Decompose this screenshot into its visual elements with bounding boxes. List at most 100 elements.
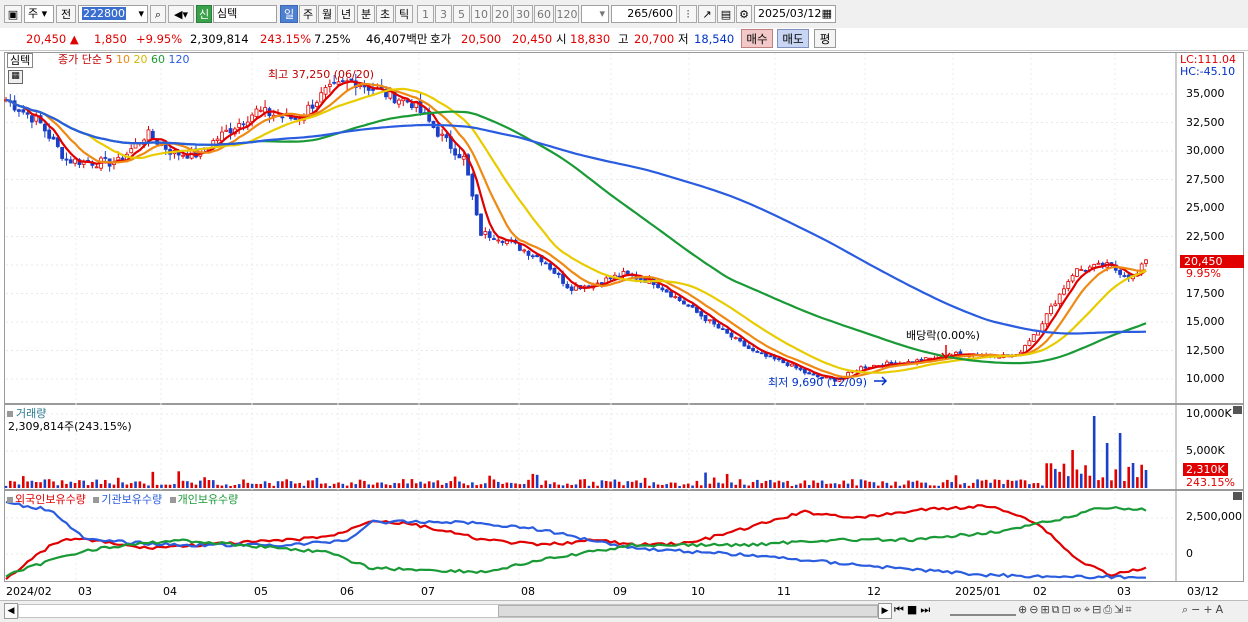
volume-bar xyxy=(527,479,530,488)
volume-bar xyxy=(285,479,288,488)
x-axis-label: 04 xyxy=(163,585,177,598)
volume-bar xyxy=(851,479,854,488)
individual-legend-marker xyxy=(169,497,176,503)
playback-controls[interactable]: ⏮■⏭ xyxy=(894,603,933,617)
stop-icon[interactable]: ■ xyxy=(907,603,920,616)
text-icon[interactable]: ⊡ xyxy=(1062,603,1073,616)
stock-legend-label[interactable]: 심텍 xyxy=(7,53,34,68)
hc-label: HC:-45.10 xyxy=(1180,65,1236,78)
volume-bar xyxy=(78,480,81,488)
volume-bar xyxy=(522,484,526,488)
link-icon[interactable]: ∞ xyxy=(1073,603,1084,616)
candle-body xyxy=(30,115,34,123)
volume-bar xyxy=(229,485,232,488)
volume-bar xyxy=(9,480,12,488)
volume-bar xyxy=(669,482,673,488)
volume-bar xyxy=(82,480,86,488)
low-annotation: 최저 9,690 (12/09) xyxy=(768,376,868,389)
scroll-left-arrow[interactable]: ◀ xyxy=(4,603,18,619)
ma5-legend: 5 xyxy=(105,53,113,66)
volume-bar xyxy=(1019,479,1023,488)
candle-body xyxy=(150,130,155,140)
grid-table-icon[interactable]: ▦ xyxy=(8,70,23,84)
volume-bar xyxy=(104,479,107,488)
volume-bar xyxy=(600,480,604,488)
candle-body xyxy=(565,283,570,289)
setup-icon[interactable]: ⌗ xyxy=(1125,603,1133,616)
font-size-icon[interactable]: A xyxy=(1216,603,1227,616)
volume-bar xyxy=(790,485,794,488)
grid-icon[interactable]: ⊟ xyxy=(1092,603,1103,616)
zoom-search-icon[interactable]: ⌕ xyxy=(1182,603,1191,616)
volume-bar xyxy=(721,483,725,488)
candle-body xyxy=(725,328,730,334)
last-price-pct: 9.95% xyxy=(1186,267,1221,280)
volume-bar xyxy=(401,479,405,488)
candle-body xyxy=(1075,268,1079,277)
holdings-close-icon[interactable] xyxy=(1233,492,1242,500)
zoom-out-icon[interactable]: − xyxy=(1191,603,1203,616)
volume-bar xyxy=(725,473,729,488)
candle-body xyxy=(457,153,462,159)
last-icon[interactable]: ⏭ xyxy=(920,603,933,616)
volume-bar xyxy=(233,484,237,488)
volume-bar xyxy=(773,482,776,488)
volume-bar xyxy=(1114,469,1118,488)
ma60-legend: 60 xyxy=(150,53,165,66)
volume-bar xyxy=(129,483,133,488)
volume-bar xyxy=(1075,469,1079,488)
ruler-icon[interactable]: ⊞ xyxy=(1040,603,1051,616)
crosshair-icon[interactable]: ⊕ xyxy=(1018,603,1029,616)
volume-bar xyxy=(907,480,910,488)
candle-body xyxy=(492,238,496,240)
candle-body xyxy=(483,231,488,235)
candle-body xyxy=(129,148,134,154)
volume-bar xyxy=(967,485,971,488)
volume-bar xyxy=(376,482,379,488)
x-axis-label: 02 xyxy=(1033,585,1047,598)
first-icon[interactable]: ⏮ xyxy=(894,603,907,616)
volume-bar xyxy=(941,482,945,488)
volume-bar xyxy=(604,480,608,488)
volume-bar xyxy=(596,485,599,488)
candle-body xyxy=(94,166,99,169)
volume-close-icon[interactable] xyxy=(1233,406,1242,414)
volume-bar xyxy=(665,484,668,488)
candle-body xyxy=(1027,340,1032,346)
volume-bar xyxy=(661,484,664,488)
candle-body xyxy=(755,350,760,353)
copy-icon[interactable]: ⧉ xyxy=(1052,603,1062,616)
export-icon[interactable]: ⇲ xyxy=(1114,603,1125,616)
ma-legend[interactable]: 종가 단순 5 10 20 60 120 xyxy=(58,53,189,67)
volume-bar xyxy=(134,481,137,488)
volume-bar xyxy=(216,484,219,488)
scroll-thumb[interactable] xyxy=(498,605,878,617)
candle-body xyxy=(461,156,466,160)
candle-body xyxy=(435,126,440,137)
candle-body xyxy=(742,340,747,347)
candle-body xyxy=(315,102,319,107)
candle-body xyxy=(574,285,578,291)
volume-bar xyxy=(1010,480,1014,488)
print-icon[interactable]: ⎙ xyxy=(1103,603,1114,616)
magnet-icon[interactable]: ⊖ xyxy=(1029,603,1040,616)
volume-last-pct: 243.15% xyxy=(1186,476,1235,489)
volume-bar xyxy=(980,480,984,488)
volume-bar xyxy=(682,484,686,488)
candle-body xyxy=(64,158,69,161)
volume-bar xyxy=(730,482,733,488)
scroll-right-arrow[interactable]: ▶ xyxy=(878,603,892,619)
zoom-controls[interactable]: ⌕−+A xyxy=(1182,603,1226,617)
candle-body xyxy=(410,103,414,109)
chart-tool-icons[interactable]: ⊕⊖⊞⧉⊡∞⌖⊟⎙⇲⌗ xyxy=(1018,603,1134,617)
volume-bar xyxy=(825,483,828,488)
volume-bar xyxy=(56,485,60,488)
volume-bar xyxy=(52,481,55,488)
zoom-slider[interactable] xyxy=(950,606,1016,616)
volume-bar xyxy=(1002,483,1005,488)
volume-bar xyxy=(414,483,418,488)
volume-bar xyxy=(514,483,517,488)
zoom-in-icon[interactable]: + xyxy=(1203,603,1215,616)
pin-icon[interactable]: ⌖ xyxy=(1084,603,1092,616)
volume-bar xyxy=(246,482,250,488)
